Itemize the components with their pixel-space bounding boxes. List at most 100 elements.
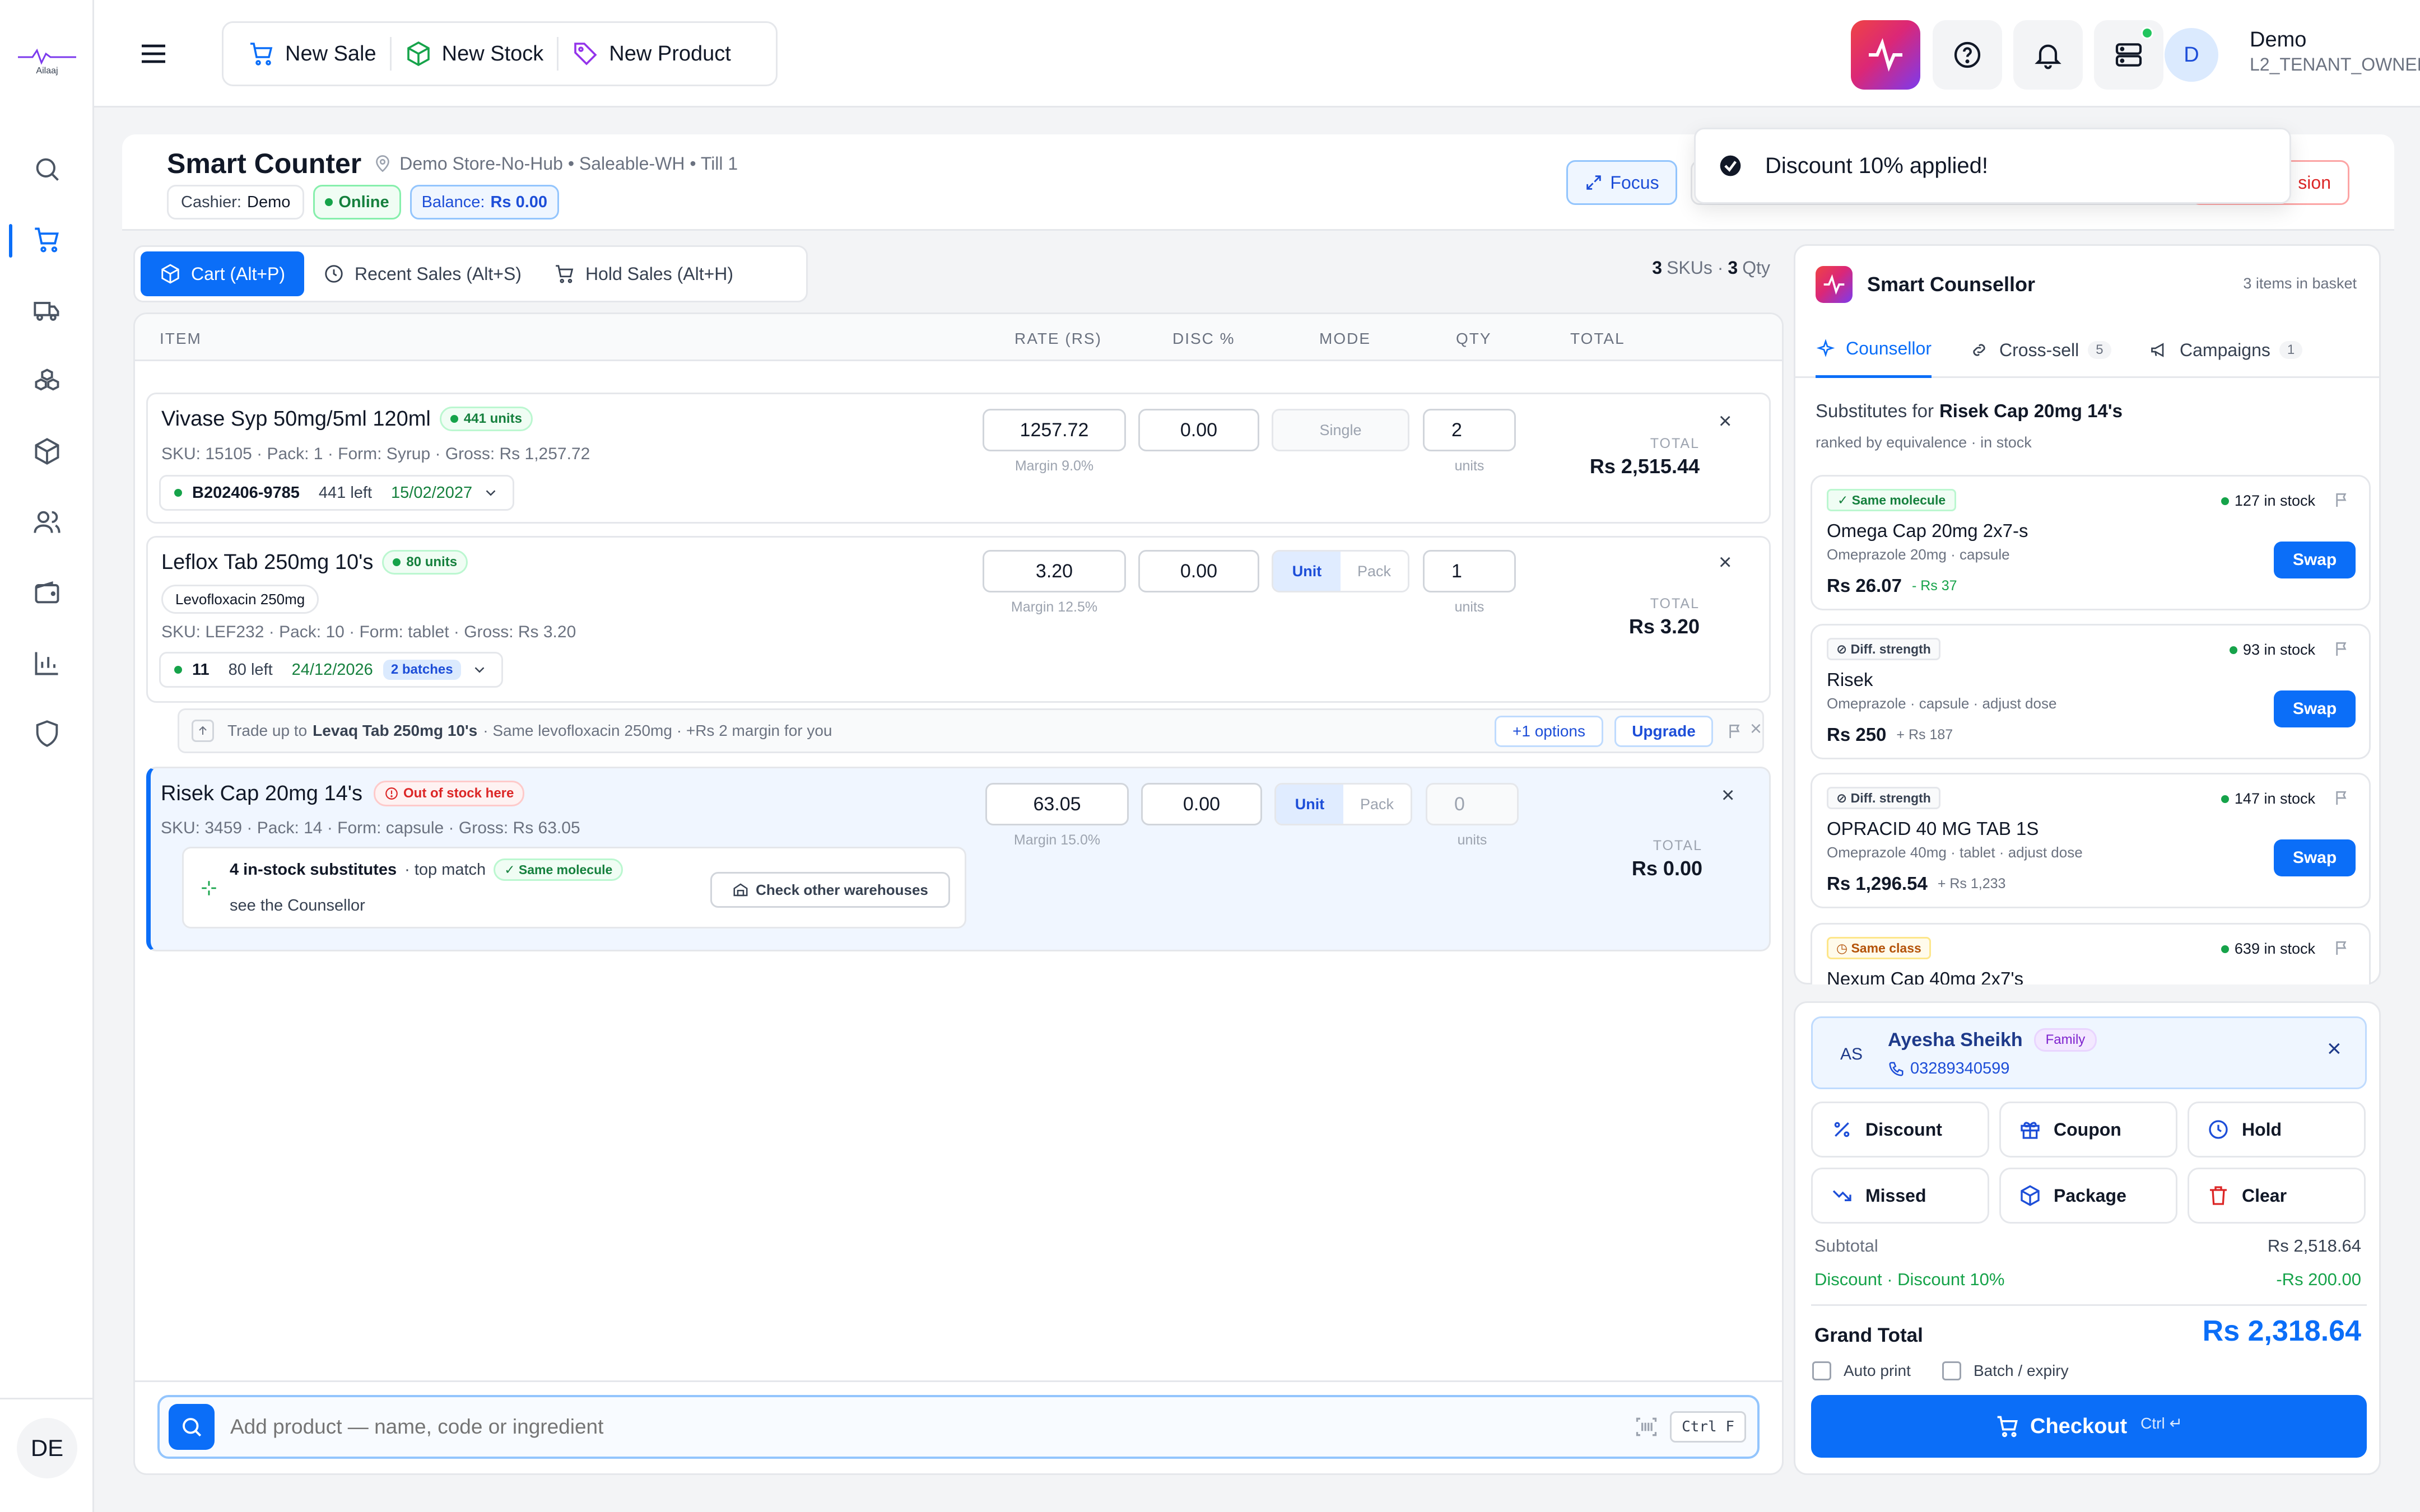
nav-delivery[interactable]: [25, 288, 69, 333]
qty-input[interactable]: 2: [1423, 409, 1516, 451]
new-product-button[interactable]: New Product: [559, 31, 744, 76]
mode-unit[interactable]: Unit: [1273, 552, 1341, 591]
rate-input[interactable]: 1257.72: [983, 409, 1126, 451]
nav-cart[interactable]: [25, 217, 69, 262]
barcode-scan-icon[interactable]: [1634, 1415, 1659, 1439]
remove-item-button[interactable]: ×: [1719, 550, 1732, 575]
sub-badge-text: Same class: [1851, 940, 1921, 955]
mode-unit[interactable]: Unit: [1276, 785, 1343, 824]
batch-selector[interactable]: B202406-9785 441 left 15/02/2027: [159, 475, 515, 511]
stock-units-badge: 441 units: [439, 407, 533, 431]
nav-reports[interactable]: [25, 641, 69, 685]
swap-button[interactable]: Swap: [2274, 839, 2356, 876]
swap-button[interactable]: Swap: [2274, 542, 2356, 578]
rate-input[interactable]: 3.20: [983, 550, 1126, 592]
subs-line2[interactable]: see the Counsellor: [230, 897, 365, 915]
product-search-input[interactable]: [215, 1404, 1635, 1449]
auto-print-toggle[interactable]: Auto print: [1812, 1361, 1911, 1380]
qty-input[interactable]: 1: [1423, 550, 1516, 592]
item-name[interactable]: Leflox Tab 250mg 10's: [161, 550, 373, 575]
app-logo[interactable]: Ailaaj: [16, 45, 78, 78]
user-avatar-small[interactable]: DE: [17, 1418, 77, 1478]
page-title: Smart Counter: [167, 148, 362, 179]
flag-icon[interactable]: [2333, 789, 2351, 807]
flag-icon[interactable]: [2333, 640, 2351, 658]
nav-search[interactable]: [25, 147, 69, 192]
pulse-app-button[interactable]: [1851, 20, 1920, 90]
counsellor-title: Smart Counsellor: [1867, 273, 2036, 296]
tab-hold-sales[interactable]: Hold Sales (Alt+H): [541, 251, 747, 296]
tab-recent-label: Recent Sales (Alt+S): [355, 263, 522, 284]
grand-total-label: Grand Total: [1814, 1324, 1923, 1346]
tab-counsellor[interactable]: Counsellor: [1816, 322, 1932, 378]
auto-print-checkbox[interactable]: [1812, 1361, 1831, 1380]
substitute-card[interactable]: ⊘ Diff. strength 147 in stock OPRACID 40…: [1811, 773, 2371, 908]
substitute-card[interactable]: ⊘ Diff. strength 93 in stock Risek Omepr…: [1811, 624, 2371, 759]
notifications-button[interactable]: [2013, 20, 2083, 90]
substitute-card[interactable]: ◷ Same class 639 in stock Nexum Cap 40mg…: [1811, 923, 2371, 984]
table-row: Vivase Syp 50mg/5ml 120ml 441 units SKU:…: [146, 393, 1771, 524]
remove-item-button[interactable]: ×: [1721, 783, 1734, 808]
tab-cart[interactable]: Cart (Alt+P): [141, 251, 305, 296]
discount-input[interactable]: 0.00: [1138, 550, 1259, 592]
package-button[interactable]: Package: [1999, 1168, 2177, 1224]
mode-selector[interactable]: Unit Pack: [1274, 783, 1412, 825]
tab-campaigns[interactable]: Campaigns 1: [2149, 322, 2303, 378]
swap-button[interactable]: Swap: [2274, 690, 2356, 727]
rate-input[interactable]: 63.05: [985, 783, 1129, 825]
coupon-button[interactable]: Coupon: [1999, 1102, 2177, 1158]
tab-recent-sales[interactable]: Recent Sales (Alt+S): [304, 251, 541, 296]
mode-single[interactable]: Single: [1273, 410, 1408, 450]
menu-button[interactable]: [138, 38, 169, 69]
discount-button[interactable]: Discount: [1811, 1102, 1989, 1158]
remove-item-button[interactable]: ×: [1719, 409, 1732, 434]
check-warehouses-button[interactable]: Check other warehouses: [710, 872, 950, 908]
mode-pack[interactable]: Pack: [1341, 552, 1408, 591]
discount-input[interactable]: 0.00: [1141, 783, 1262, 825]
dismiss-upsell-button[interactable]: ×: [1750, 717, 1762, 740]
hold-button[interactable]: Hold: [2188, 1102, 2366, 1158]
upsell-product[interactable]: Levaq Tab 250mg 10's: [313, 722, 477, 740]
batch-expiry-checkbox[interactable]: [1942, 1361, 1961, 1380]
nav-customers[interactable]: [25, 500, 69, 544]
missed-button[interactable]: Missed: [1811, 1168, 1989, 1224]
checkout-button[interactable]: Checkout Ctrl ↵: [1811, 1395, 2367, 1458]
new-sale-button[interactable]: New Sale: [237, 31, 390, 76]
mode-pack[interactable]: Pack: [1343, 785, 1411, 824]
flag-icon[interactable]: [2333, 939, 2351, 957]
remove-customer-button[interactable]: ×: [2327, 1035, 2342, 1063]
item-name[interactable]: Vivase Syp 50mg/5ml 120ml: [161, 407, 431, 431]
subs-match: · top match: [404, 860, 486, 879]
mode-selector[interactable]: Single: [1272, 409, 1409, 451]
substitute-card[interactable]: ✓ Same molecule 127 in stock Omega Cap 2…: [1811, 475, 2371, 610]
product-search-bar[interactable]: Ctrl F: [157, 1395, 1760, 1459]
cart-icon: [35, 227, 59, 253]
flag-icon[interactable]: [1726, 722, 1744, 740]
help-button[interactable]: [1933, 20, 2002, 90]
flag-icon[interactable]: [2333, 491, 2351, 509]
nav-wallet[interactable]: [25, 570, 69, 615]
upgrade-button[interactable]: Upgrade: [1614, 716, 1713, 747]
mode-selector[interactable]: Unit Pack: [1272, 550, 1409, 592]
status-chips: Cashier: Demo Online Balance: Rs 0.00: [167, 185, 560, 220]
grand-total-value: Rs 2,318.64: [2202, 1315, 2361, 1347]
qty-input[interactable]: 0: [1426, 783, 1519, 825]
search-button[interactable]: [169, 1404, 215, 1450]
new-stock-button[interactable]: New Stock: [392, 31, 557, 76]
batch-expiry-toggle[interactable]: Batch / expiry: [1942, 1361, 2069, 1380]
upsell-options-button[interactable]: +1 options: [1495, 716, 1603, 747]
col-mode: MODE: [1319, 330, 1371, 347]
nav-products[interactable]: [25, 429, 69, 474]
discount-input[interactable]: 0.00: [1138, 409, 1259, 451]
focus-button[interactable]: Focus: [1566, 160, 1677, 205]
item-name[interactable]: Risek Cap 20mg 14's: [161, 782, 362, 806]
nav-security[interactable]: [25, 711, 69, 756]
nav-inventory[interactable]: [25, 358, 69, 403]
totals-divider: [1811, 1304, 2367, 1306]
sub-badge: ✓ Same molecule: [1827, 489, 1957, 511]
line-total: Rs 0.00: [1631, 857, 1702, 880]
clear-button[interactable]: Clear: [2188, 1168, 2366, 1224]
customer-name[interactable]: Ayesha Sheikh: [1888, 1029, 2023, 1051]
batch-selector[interactable]: 11 80 left 24/12/2026 2 batches: [159, 652, 503, 688]
tab-cross-sell[interactable]: Cross-sell 5: [1969, 322, 2111, 378]
